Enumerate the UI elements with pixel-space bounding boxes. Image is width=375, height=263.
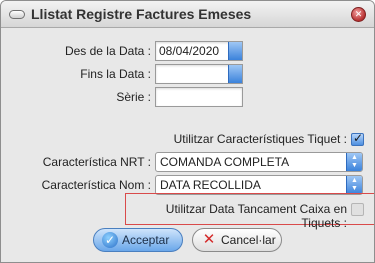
cancel-button-label: Cancel·lar [221,233,276,247]
title-bar: Llistat Registre Factures Emeses ✕ [1,1,374,28]
select-arrows-icon[interactable]: ▲ ▼ [346,176,362,194]
date-from-value: 08/04/2020 [159,44,220,58]
use-cash-close-date-checkbox[interactable] [351,203,364,216]
date-from-field[interactable]: 08/04/2020 [155,41,243,61]
feature-name-select[interactable]: DATA RECOLLIDA ▲ ▼ [155,175,363,195]
date-to-field[interactable] [155,64,243,84]
select-arrows-icon[interactable]: ▲ ▼ [346,153,362,171]
dialog-window: Llistat Registre Factures Emeses ✕ Des d… [0,0,375,263]
use-ticket-features-checkbox[interactable]: ✓ [351,131,364,146]
feature-name-label: Característica Nom : [41,178,151,192]
date-picker-icon[interactable] [228,42,242,60]
close-button[interactable]: ✕ [351,7,366,22]
window-title: Llistat Registre Factures Emeses [31,6,252,22]
date-picker-icon[interactable] [228,65,242,83]
cancel-button[interactable]: ✕ Cancel·lar [192,228,282,252]
use-cash-close-date-label: Utilitzar Data Tancament Caixa en Tiquet… [165,202,347,230]
close-icon: ✕ [202,231,216,248]
accept-button[interactable]: ✓ Acceptar [93,228,183,252]
serie-label: Sèrie : [116,90,151,104]
use-ticket-features-label: Utilitzar Característiques Tiquet : [173,132,347,146]
feature-nrt-value: COMANDA COMPLETA [160,155,290,169]
window-menu-icon[interactable] [9,10,25,19]
serie-field[interactable] [155,87,243,107]
accept-button-label: Acceptar [122,233,170,247]
checkmark-icon: ✓ [353,131,364,145]
feature-name-value: DATA RECOLLIDA [160,178,261,192]
checkmark-icon: ✓ [102,232,118,248]
feature-nrt-label: Característica NRT : [42,155,151,169]
date-to-label: Fins la Data : [80,67,151,81]
feature-nrt-select[interactable]: COMANDA COMPLETA ▲ ▼ [155,152,363,172]
date-from-label: Des de la Data : [64,44,151,58]
